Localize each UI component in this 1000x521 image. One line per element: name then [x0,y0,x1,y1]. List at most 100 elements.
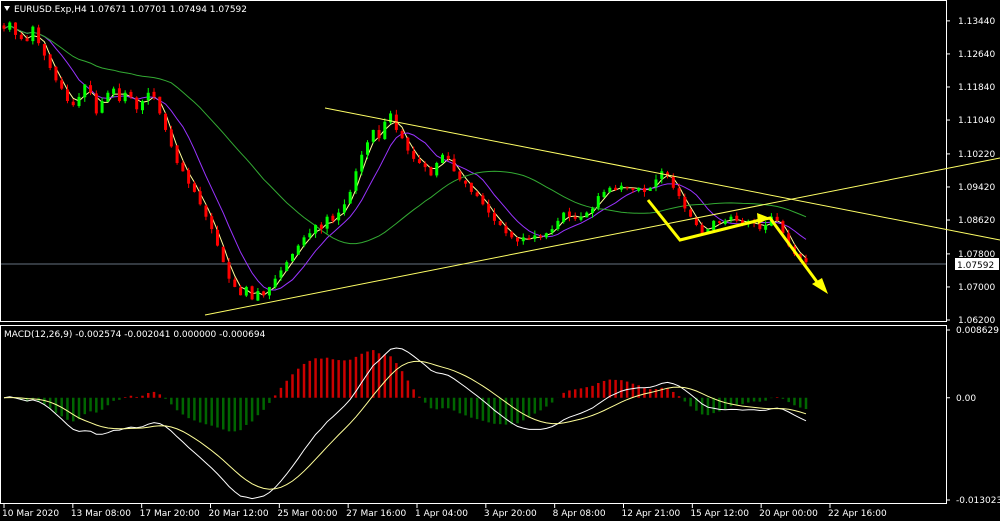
candle-body [100,101,104,113]
candle-body [642,187,646,192]
time-tick-label: 25 Mar 00:00 [277,509,337,519]
candle-body [602,191,606,198]
candles [2,21,808,302]
price-tick-label: 1.07000 [958,283,995,293]
candle-body [441,154,445,163]
candle-body [487,203,491,213]
projection-arrows[interactable] [646,199,828,294]
candle-body [608,187,612,192]
candle-body [504,225,508,234]
candle-body [19,34,23,40]
candle-body [510,232,514,238]
price-tick-label: 1.06200 [958,316,995,326]
candle-body [533,235,537,239]
macd-tick-label: 0.008629 [956,326,999,336]
candle-body [360,154,364,172]
candle-body [256,291,260,301]
candle-body [342,204,346,213]
candle-body [129,91,133,97]
candle-body [337,212,341,221]
candle-body [314,224,318,234]
candle-body [735,215,739,221]
candle-body [464,180,468,184]
macd-header: MACD(12,26,9) -0.002574 -0.002041 0.0000… [4,330,266,340]
candle-body [562,212,566,222]
macd-indicator [3,347,808,500]
candle-body [804,258,808,263]
candle-body [48,54,52,68]
candle-body [348,191,352,204]
candle-body [94,93,98,114]
candle-body [435,163,439,176]
candle-body [308,233,312,238]
candle-body [585,212,589,218]
candle-body [152,91,156,97]
candle-body [267,286,271,296]
price-panel [0,0,947,322]
candle-body [250,286,254,300]
candle-body [285,262,289,271]
candle-body [233,279,237,287]
candle-body [112,88,116,94]
candle-body [648,187,652,191]
macd-line [3,347,807,500]
candle-body [42,43,46,56]
price-tick-label: 1.12640 [958,50,995,60]
candle-body [423,163,427,168]
time-tick-label: 8 Apr 08:00 [553,509,606,519]
support-trendline[interactable] [204,157,1000,316]
candle-body [296,245,300,255]
macd-tick-label: -0.013023 [956,496,1000,506]
candle-body [539,235,543,238]
candle-body [556,220,560,230]
candle-body [221,246,225,263]
candle-body [25,38,29,42]
candle-body [775,216,779,221]
candle-body [400,131,404,139]
signal-line [3,360,807,490]
candle-body [683,196,687,209]
candle-body [354,171,358,191]
candle-body [2,25,6,29]
candle-body [764,224,768,230]
symbol-menu-triangle-icon[interactable] [4,6,10,11]
candle-body [625,186,629,188]
candle-body [412,151,416,159]
candle-body [244,286,248,296]
candle-body [492,212,496,221]
ma-mid-line [3,25,807,291]
candle-body [406,137,410,151]
candle-body [331,215,335,221]
candle-body [319,224,323,230]
time-tick-label: 27 Mar 16:00 [346,509,406,519]
candle-body [758,223,762,230]
candle-body [498,221,502,225]
candle-body [516,237,520,242]
time-tick-label: 13 Mar 08:00 [71,509,131,519]
candle-body [446,155,450,159]
ma-slow-line [3,25,807,245]
candle-body [619,185,623,190]
time-tick-label: 10 Mar 2020 [2,509,59,519]
trendlines[interactable] [204,107,1000,316]
candle-body [187,170,191,184]
candle-body [717,221,721,223]
candle-body [181,162,185,172]
candle-body [591,208,595,213]
ma-fast-line [3,25,807,296]
candle-body [723,220,727,224]
chart-canvas[interactable]: EURUSD.Exp,H4 1.07671 1.07701 1.07494 1.… [0,0,1000,521]
symbol-header: EURUSD.Exp,H4 1.07671 1.07701 1.07494 1.… [14,5,247,15]
candle-body [210,216,214,230]
candle-body [83,84,87,98]
candle-body [481,195,485,205]
candle-body [77,96,81,107]
candle-body [567,211,571,217]
candle-body [660,171,664,179]
macd-panel [0,325,947,504]
price-tick-label: 1.11040 [958,116,995,126]
candle-body [192,183,196,192]
time-tick-label: 15 Apr 12:00 [690,509,749,519]
time-axis: 10 Mar 2020 13 Mar 08:00 17 Mar 20:00 20 Ma… [2,504,887,519]
candle-body [614,187,618,190]
